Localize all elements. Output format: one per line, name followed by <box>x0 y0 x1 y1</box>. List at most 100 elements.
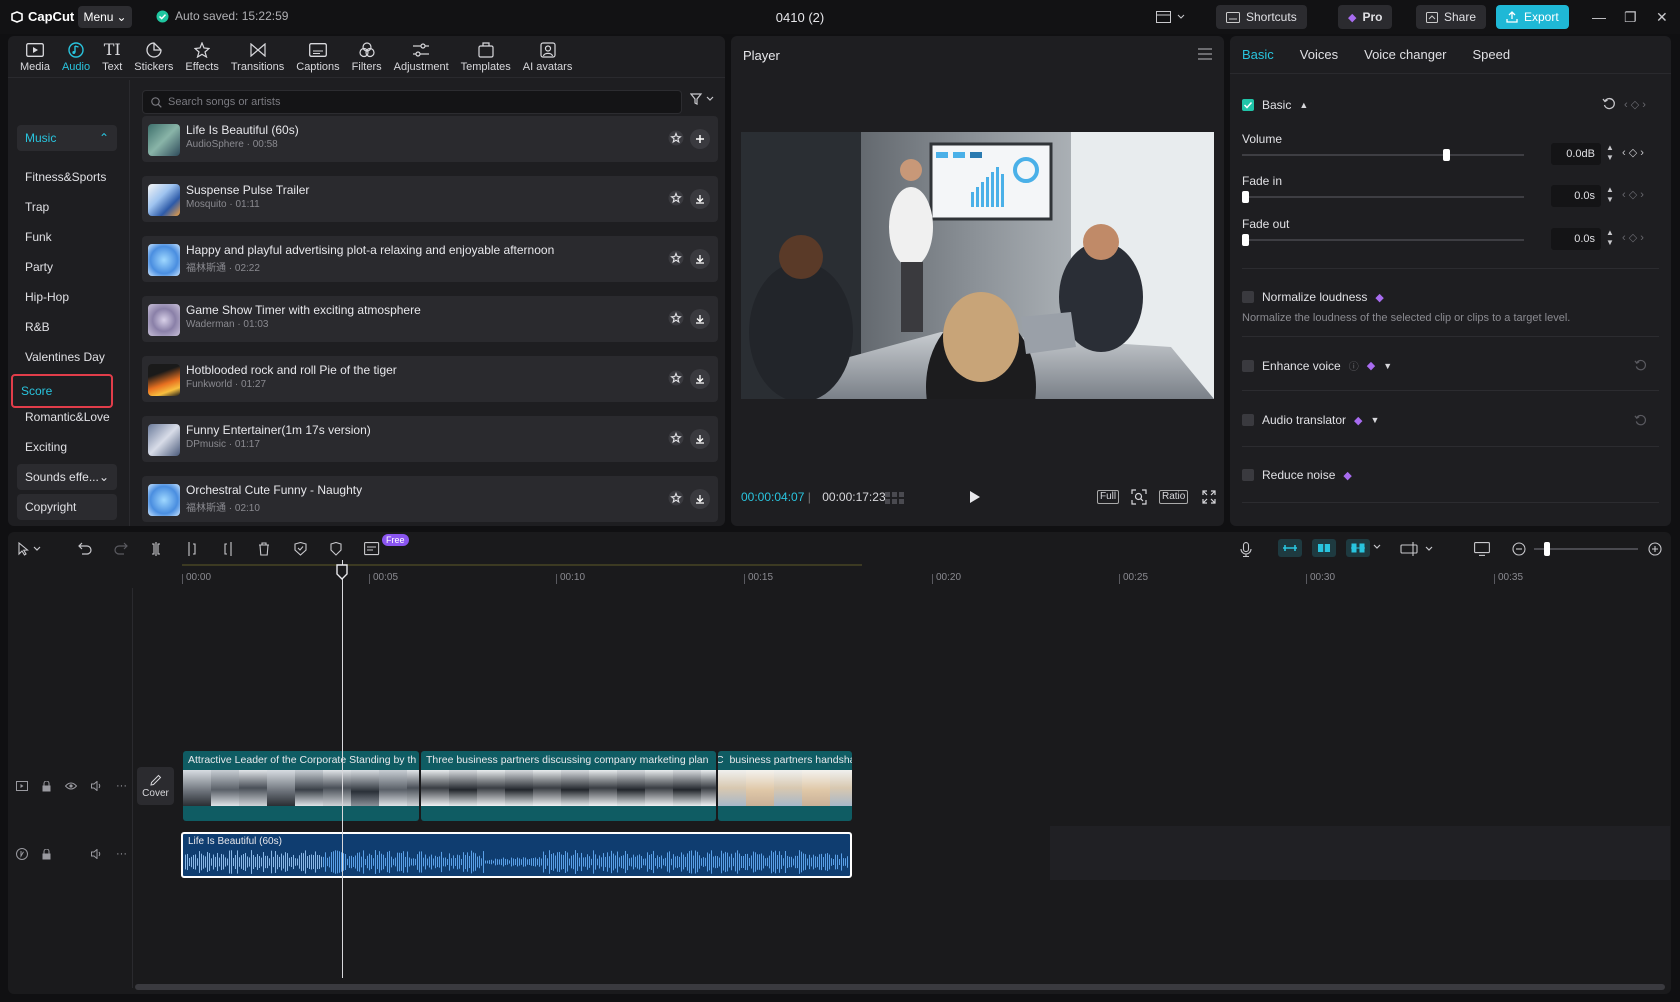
volume-value[interactable]: 0.0dB <box>1551 143 1601 165</box>
favorite-star-icon[interactable] <box>668 250 684 266</box>
ratio-button[interactable]: Ratio <box>1159 490 1189 504</box>
category-rnb[interactable]: R&B <box>17 314 117 340</box>
category-exciting[interactable]: Exciting <box>17 434 117 460</box>
chevron-down-icon[interactable]: ▼ <box>1371 415 1380 425</box>
fade-in-value[interactable]: 0.0s <box>1551 185 1601 207</box>
export-button[interactable]: Export <box>1496 5 1569 29</box>
fade-in-slider-knob[interactable] <box>1242 191 1249 203</box>
marker-icon[interactable] <box>294 542 307 556</box>
track-audio-icon[interactable] <box>16 848 28 860</box>
cover-button[interactable]: Cover <box>137 767 174 805</box>
keyframe-icon[interactable]: ‹ ◇ › <box>1624 98 1646 111</box>
favorite-star-icon[interactable] <box>668 490 684 506</box>
tool-transitions[interactable]: Transitions <box>225 36 290 78</box>
share-button[interactable]: Share <box>1416 5 1487 29</box>
add-icon[interactable] <box>690 129 710 149</box>
favorite-star-icon[interactable] <box>668 190 684 206</box>
select-cursor-icon[interactable] <box>18 542 44 556</box>
stepper-icon[interactable]: ▲ ▼ <box>1606 143 1614 163</box>
enhance-voice-row[interactable]: Enhance voice ⓘ ◆ ▼ <box>1242 358 1392 373</box>
chevron-down-icon[interactable]: ▼ <box>1383 361 1392 371</box>
restore-icon[interactable]: ❐ <box>1624 9 1637 26</box>
stepper-icon[interactable]: ▲ ▼ <box>1606 228 1614 248</box>
menu-button[interactable]: Menu ⌄ <box>78 6 132 28</box>
download-icon[interactable] <box>690 249 710 269</box>
basic-checkbox[interactable] <box>1242 99 1254 111</box>
auto-caption-icon[interactable] <box>364 542 380 556</box>
zoom-slider[interactable] <box>1534 542 1638 556</box>
zoom-fit-icon[interactable] <box>1131 489 1147 505</box>
category-romantic-love[interactable]: Romantic&Love <box>17 404 117 430</box>
download-icon[interactable] <box>690 309 710 329</box>
reset-icon[interactable] <box>1634 414 1647 427</box>
keyframe-icon[interactable]: ‹ ◇ › <box>1622 146 1644 159</box>
tool-text[interactable]: TI Text <box>96 36 128 78</box>
audio-translator-row[interactable]: Audio translator ◆ ▼ <box>1242 413 1379 427</box>
tab-speed[interactable]: Speed <box>1473 47 1511 62</box>
normalize-checkbox[interactable] <box>1242 291 1254 303</box>
volume-slider[interactable] <box>1242 149 1524 161</box>
info-icon[interactable]: ⓘ <box>1349 358 1359 373</box>
song-item[interactable]: Suspense Pulse Trailer Mosquito · 01:11 <box>142 176 718 222</box>
tool-media[interactable]: Media <box>14 36 56 78</box>
category-hip-hop[interactable]: Hip-Hop <box>17 284 117 310</box>
basic-section-header[interactable]: Basic ▲ <box>1242 98 1308 112</box>
speaker-icon[interactable] <box>91 781 102 791</box>
tool-effects[interactable]: Effects <box>179 36 224 78</box>
magnet-snap-toggle[interactable] <box>1312 539 1336 557</box>
audio-translator-checkbox[interactable] <box>1242 414 1254 426</box>
zoom-out-icon[interactable] <box>1512 542 1526 556</box>
more-icon[interactable]: ··· <box>116 780 127 792</box>
tab-basic[interactable]: Basic <box>1242 47 1274 62</box>
reset-icon[interactable] <box>1602 97 1616 111</box>
snap-link-icon[interactable] <box>1400 542 1436 556</box>
tab-voices[interactable]: Voices <box>1300 47 1338 62</box>
copyright-category[interactable]: Copyright <box>17 494 117 520</box>
keyframe-icon[interactable]: ‹ ◇ › <box>1622 188 1644 201</box>
timeline-scrollbar[interactable] <box>135 984 1665 990</box>
audio-clip[interactable]: Life Is Beautiful (60s) <box>181 832 852 878</box>
lock-icon[interactable] <box>42 780 51 792</box>
reset-icon[interactable] <box>1634 359 1647 372</box>
time-ruler[interactable]: 00:00 00:05 00:10 00:15 00:20 00:25 00:3… <box>182 568 1662 588</box>
tool-filters[interactable]: Filters <box>346 36 388 78</box>
search-box[interactable]: Search songs or artists <box>142 90 682 114</box>
undo-icon[interactable] <box>78 542 92 555</box>
category-valentines-day[interactable]: Valentines Day <box>17 344 117 370</box>
tool-ai-avatars[interactable]: AI avatars <box>517 36 579 78</box>
tab-voice-changer[interactable]: Voice changer <box>1364 47 1446 62</box>
keyframe-icon[interactable]: ‹ ◇ › <box>1622 231 1644 244</box>
delete-icon[interactable] <box>258 542 270 556</box>
download-icon[interactable] <box>690 369 710 389</box>
video-clip[interactable]: Three business partners discussing compa… <box>421 751 716 821</box>
song-item[interactable]: Orchestral Cute Funny - Naughty 福林斯通 · 0… <box>142 476 718 522</box>
shield-icon[interactable] <box>330 542 342 556</box>
tool-adjustment[interactable]: Adjustment <box>388 36 455 78</box>
favorite-star-icon[interactable] <box>668 370 684 386</box>
video-clip[interactable]: C business partners handshak <box>718 751 852 821</box>
preview-axis-toggle[interactable] <box>1346 539 1384 557</box>
download-icon[interactable] <box>690 429 710 449</box>
track-video-icon[interactable] <box>16 781 28 791</box>
tool-audio[interactable]: Audio <box>56 36 96 78</box>
minimize-icon[interactable]: — <box>1592 9 1606 25</box>
split-right-icon[interactable] <box>222 542 234 556</box>
redo-icon[interactable] <box>114 542 128 555</box>
category-funk[interactable]: Funk <box>17 224 117 250</box>
reduce-noise-row[interactable]: Reduce noise ◆ <box>1242 468 1352 482</box>
fade-out-slider-knob[interactable] <box>1242 234 1249 246</box>
pro-button[interactable]: ◆ Pro <box>1338 5 1393 29</box>
tool-stickers[interactable]: Stickers <box>128 36 179 78</box>
reduce-noise-checkbox[interactable] <box>1242 469 1254 481</box>
lock-icon[interactable] <box>42 848 51 860</box>
zoom-in-icon[interactable] <box>1648 542 1662 556</box>
category-score[interactable]: Score <box>11 374 113 408</box>
split-left-icon[interactable] <box>186 542 198 556</box>
shortcuts-button[interactable]: Shortcuts <box>1216 5 1307 29</box>
music-category-dropdown[interactable]: Music ⌃ <box>17 125 117 151</box>
zoom-slider-knob[interactable] <box>1544 542 1550 556</box>
normalize-row[interactable]: Normalize loudness ◆ <box>1242 290 1384 304</box>
category-trap[interactable]: Trap <box>17 194 117 220</box>
sounds-effects-dropdown[interactable]: Sounds effe... ⌄ <box>17 464 117 490</box>
favorite-star-icon[interactable] <box>668 130 684 146</box>
